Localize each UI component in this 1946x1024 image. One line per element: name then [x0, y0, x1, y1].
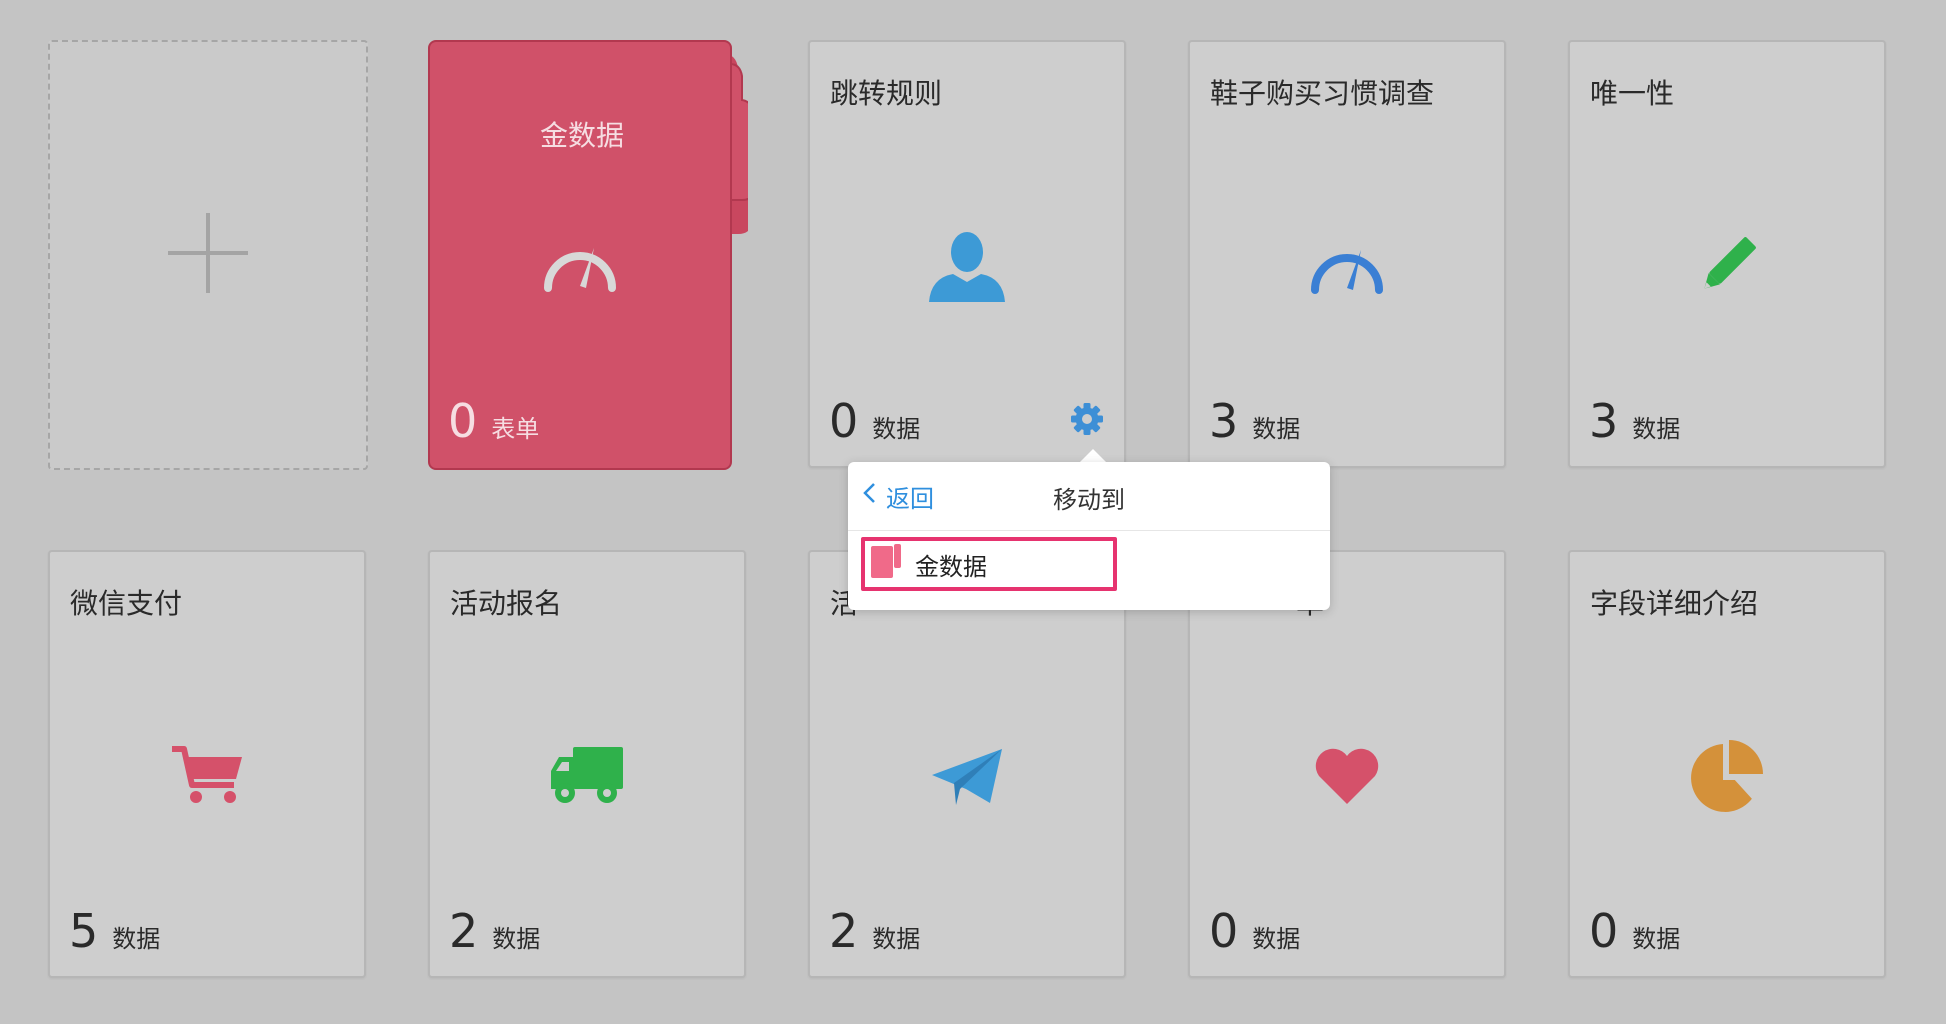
pie-chart-icon	[1689, 738, 1765, 814]
count-unit: 数据	[872, 415, 921, 443]
folder-option-label: 金数据	[915, 552, 987, 581]
form-card[interactable]: 微信支付 5 数据	[48, 550, 366, 978]
count-number: 2	[449, 904, 479, 958]
pencil-icon	[1695, 234, 1759, 298]
count-number: 0	[1209, 904, 1239, 958]
form-title: 字段详细介绍	[1590, 587, 1759, 620]
new-form-card[interactable]	[48, 40, 368, 470]
form-count: 0 数据	[1589, 908, 1680, 954]
folder-title: 金数据	[539, 119, 624, 152]
count-number: 3	[1589, 394, 1619, 448]
move-to-popover: 返回 移动到 金数据	[848, 462, 1330, 610]
form-count: 3 数据	[1589, 398, 1680, 444]
form-count: 2 数据	[449, 908, 540, 954]
form-card[interactable]: 字段详细介绍 0 数据	[1568, 550, 1886, 978]
count-unit: 数据	[1252, 925, 1301, 953]
folder-icon	[871, 544, 901, 584]
speedometer-icon	[540, 234, 620, 298]
form-count: 3 数据	[1209, 398, 1300, 444]
cart-icon	[170, 745, 244, 807]
folder-count: 0 表单	[448, 398, 539, 444]
popover-arrow	[1079, 449, 1107, 463]
count-unit: 数据	[112, 925, 161, 953]
folder-card[interactable]: 金数据 0 表单	[428, 40, 748, 470]
form-title: 唯一性	[1590, 77, 1675, 110]
form-count: 2 数据	[829, 908, 920, 954]
form-title: 活动报名	[450, 587, 563, 620]
form-count: 0 数据	[1209, 908, 1300, 954]
count-unit: 数据	[492, 925, 541, 953]
folder-option[interactable]: 金数据	[861, 537, 1117, 591]
count-number: 2	[829, 904, 859, 958]
paper-plane-icon	[930, 745, 1004, 807]
popover-title: 移动到	[1053, 486, 1125, 514]
form-count: 5 数据	[69, 908, 160, 954]
speedometer-icon	[1307, 236, 1387, 296]
count-number: 0	[1589, 904, 1619, 958]
form-card[interactable]: 跳转规则 0 数据	[808, 40, 1126, 468]
count-number: 5	[69, 904, 99, 958]
count-unit: 表单	[491, 415, 540, 443]
popover-header: 返回 移动到	[848, 462, 1330, 531]
count-number: 0	[829, 394, 859, 448]
heart-icon	[1313, 746, 1381, 806]
form-card[interactable]: 活动报名 2 数据	[428, 550, 746, 978]
form-title: 鞋子购买习惯调查	[1210, 77, 1435, 110]
form-title: 跳转规则	[830, 77, 943, 110]
form-card[interactable]: 鞋子购买习惯调查 3 数据	[1188, 40, 1506, 468]
count-unit: 数据	[872, 925, 921, 953]
folder-body: 金数据 0 表单	[428, 40, 732, 470]
count-number: 3	[1209, 394, 1239, 448]
count-unit: 数据	[1632, 415, 1681, 443]
count-unit: 数据	[1252, 415, 1301, 443]
count-number: 0	[448, 394, 478, 448]
form-card[interactable]: 单 0 数据	[1188, 550, 1506, 978]
gear-icon[interactable]	[1070, 402, 1104, 440]
form-count: 0 数据	[829, 398, 920, 444]
form-title: 微信支付	[70, 587, 183, 620]
count-unit: 数据	[1632, 925, 1681, 953]
form-card[interactable]: 活 2 数据	[808, 550, 1126, 978]
truck-icon	[549, 745, 625, 807]
form-card[interactable]: 唯一性 3 数据	[1568, 40, 1886, 468]
user-icon	[929, 230, 1005, 302]
plus-icon	[168, 213, 248, 297]
